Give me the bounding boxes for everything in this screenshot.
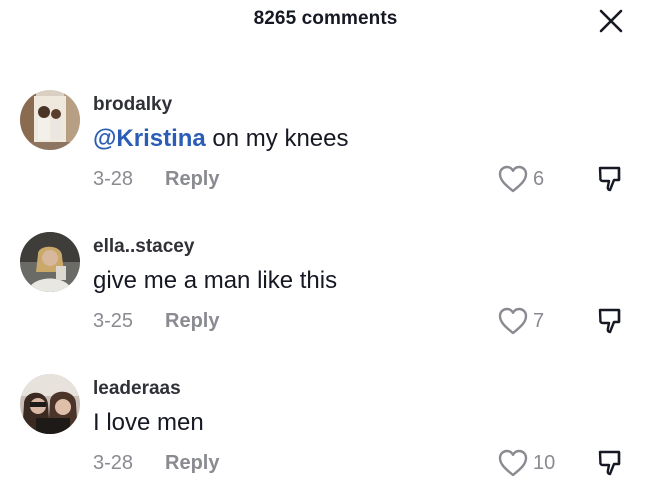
avatar[interactable] — [20, 232, 80, 292]
dislike-button[interactable] — [596, 306, 626, 336]
like-button[interactable] — [497, 306, 529, 336]
thumbs-down-icon — [598, 308, 621, 334]
comment-date: 3-28 — [93, 168, 134, 190]
comment-text: I love men — [93, 409, 204, 436]
avatar[interactable] — [20, 374, 80, 434]
comment-username[interactable]: leaderaas — [93, 378, 181, 400]
comment-item: ella..stacey give me a man like this 3-2… — [0, 222, 651, 342]
dislike-button[interactable] — [596, 448, 626, 478]
like-button[interactable] — [497, 164, 529, 194]
comment-text: @Kristina on my knees — [93, 125, 349, 153]
comment-date: 3-25 — [93, 310, 134, 332]
thumbs-down-icon — [598, 166, 621, 192]
close-icon — [599, 9, 623, 33]
comments-count-title: 8265 comments — [253, 8, 398, 29]
reply-button[interactable]: Reply — [165, 168, 219, 191]
heart-outline-icon — [498, 165, 528, 193]
comment-item: brodalky @Kristina on my knees 3-28 Repl… — [0, 80, 651, 200]
comment-item: leaderaas I love men 3-28 Reply 10 — [0, 364, 651, 484]
comment-username[interactable]: brodalky — [93, 94, 172, 116]
user-mention-link[interactable]: @Kristina — [93, 125, 206, 152]
heart-outline-icon — [498, 449, 528, 477]
comment-text-body: on my knees — [205, 125, 349, 152]
like-count: 6 — [533, 168, 545, 190]
reply-button[interactable]: Reply — [165, 310, 219, 333]
thumbs-down-icon — [598, 450, 621, 476]
heart-outline-icon — [498, 307, 528, 335]
dislike-button[interactable] — [596, 164, 626, 194]
comment-date: 3-28 — [93, 452, 134, 474]
comments-header: 8265 comments — [0, 0, 651, 40]
avatar[interactable] — [20, 90, 80, 150]
comment-username[interactable]: ella..stacey — [93, 236, 194, 258]
close-button[interactable] — [598, 8, 624, 34]
reply-button[interactable]: Reply — [165, 452, 219, 475]
like-count: 7 — [533, 310, 545, 332]
like-count: 10 — [533, 452, 556, 474]
like-button[interactable] — [497, 448, 529, 478]
comment-text: give me a man like this — [93, 267, 338, 294]
